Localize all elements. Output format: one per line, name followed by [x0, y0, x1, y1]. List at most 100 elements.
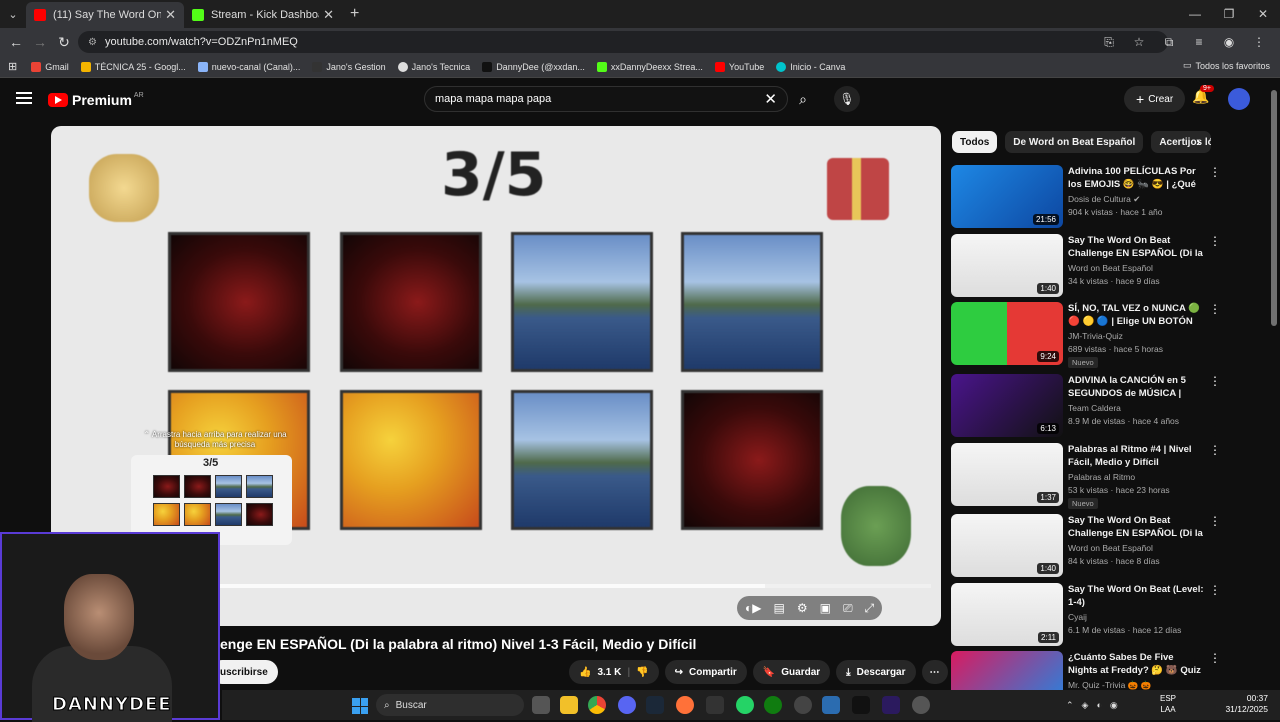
media-player-icon[interactable]	[912, 696, 930, 714]
xbox-icon[interactable]	[764, 696, 782, 714]
apps-icon[interactable]: ⊞	[8, 60, 17, 73]
more-options-icon[interactable]: ⋮	[1209, 302, 1221, 316]
more-options-icon[interactable]: ⋮	[1209, 234, 1221, 248]
bookmark-nuevo-canal[interactable]: nuevo-canal (Canal)...	[197, 61, 300, 72]
bookmark-gmail[interactable]: Gmail	[31, 61, 69, 72]
back-icon[interactable]: ←	[4, 30, 28, 54]
clock[interactable]: 00:37 31/12/2025	[1225, 693, 1268, 715]
firefox-icon[interactable]	[676, 696, 694, 714]
save-button[interactable]: 🔖 Guardar	[752, 660, 831, 684]
more-options-icon[interactable]: ⋮	[1209, 374, 1221, 388]
premiere-icon[interactable]	[882, 696, 900, 714]
recommended-video[interactable]: 1:40 Say The Word On Beat Challenge EN ES…	[951, 514, 1251, 578]
chip-word-on-beat[interactable]: De Word on Beat Español	[1005, 131, 1144, 153]
file-explorer-icon[interactable]	[560, 696, 578, 714]
bookmark-tecnica[interactable]: TÉCNICA 25 - Googl...	[80, 61, 186, 72]
bookmark-canva[interactable]: Inicio - Canva	[776, 61, 845, 72]
more-options-icon[interactable]: ⋮	[1209, 165, 1221, 179]
channel-name[interactable]: Dosis de Cultura ✔	[1068, 194, 1140, 205]
discord-icon[interactable]	[618, 696, 636, 714]
tray-app-icon[interactable]: ◐	[1096, 700, 1101, 710]
extensions-icon[interactable]: ⧉	[1156, 30, 1182, 54]
chevron-right-icon[interactable]: ›	[1196, 133, 1201, 149]
channel-name[interactable]: Word on Beat Español	[1068, 263, 1153, 273]
tab-search-icon[interactable]: ⌄	[0, 0, 26, 28]
capcut-icon[interactable]	[852, 696, 870, 714]
chrome-icon[interactable]	[588, 696, 606, 714]
media-control-icon[interactable]: ≡	[1186, 30, 1212, 54]
miniplayer-icon[interactable]: ▣	[820, 601, 831, 615]
more-options-icon[interactable]: ⋮	[1209, 651, 1221, 665]
subscribe-button[interactable]: uscribirse	[210, 660, 278, 684]
bookmark-tiktok[interactable]: DannyDee (@xxdan...	[482, 61, 585, 72]
more-options-icon[interactable]: ⋮	[1209, 514, 1221, 528]
tray-chevron-icon[interactable]: ⌃	[1066, 700, 1074, 711]
fullscreen-icon[interactable]: ⤢	[865, 601, 875, 616]
bookmark-youtube[interactable]: YouTube	[714, 61, 764, 72]
channel-name[interactable]: Word on Beat Español	[1068, 543, 1153, 553]
minimize-icon[interactable]: —	[1178, 0, 1212, 28]
recommended-video[interactable]: 2:11 Say The Word On Beat (Level: 1-4) Cya…	[951, 583, 1251, 647]
video-thumbnail[interactable]: 1:37	[951, 443, 1063, 506]
video-thumbnail[interactable]: 21:56	[951, 165, 1063, 228]
video-thumbnail[interactable]: 1:40	[951, 234, 1063, 297]
whatsapp-icon[interactable]	[736, 696, 754, 714]
recommended-video[interactable]: 1:37 Palabras al Ritmo #4 | Nivel Fácil, …	[951, 443, 1251, 509]
bookmark-gestion[interactable]: Jano's Gestion	[312, 61, 386, 72]
new-tab-icon[interactable]: +	[350, 5, 359, 23]
task-view-icon[interactable]	[532, 696, 550, 714]
menu-icon[interactable]: ⋮	[1246, 30, 1272, 54]
epic-games-icon[interactable]	[706, 696, 724, 714]
youtube-premium-logo[interactable]: Premium AR	[48, 92, 144, 108]
steam-icon[interactable]	[646, 696, 664, 714]
address-bar[interactable]: ⚙ youtube.com/watch?v=ODZnPn1nMEQ	[78, 31, 1168, 53]
autoplay-toggle-icon[interactable]: ◐▶	[745, 601, 761, 615]
video-thumbnail[interactable]: 2:11	[951, 583, 1063, 646]
bookmark-kick[interactable]: xxDannyDeexx Strea...	[596, 61, 703, 72]
scrollbar[interactable]	[1271, 90, 1277, 326]
language-indicator[interactable]: ESP LAA	[1160, 693, 1176, 715]
recommended-video[interactable]: 6:13 ADIVINA la CANCIÓN en 5 SEGUNDOS de …	[951, 374, 1251, 438]
channel-name[interactable]: Palabras al Ritmo	[1068, 472, 1135, 482]
obs-icon[interactable]	[794, 696, 812, 714]
more-options-icon[interactable]: ⋮	[1209, 583, 1221, 597]
reload-icon[interactable]: ↻	[52, 30, 76, 54]
more-actions-button[interactable]: ⋯	[921, 660, 948, 684]
more-options-icon[interactable]: ⋮	[1209, 443, 1221, 457]
install-app-icon[interactable]: ⎘	[1096, 30, 1122, 54]
bookmark-tecnica2[interactable]: Jano's Tecnica	[397, 61, 470, 72]
tray-app-icon[interactable]: ◈	[1082, 700, 1089, 711]
tray-app-icon[interactable]: ◉	[1110, 700, 1118, 711]
forward-icon[interactable]: →	[28, 30, 52, 54]
download-button[interactable]: ⤓ Descargar	[836, 660, 916, 684]
browser-tab-kick[interactable]: Stream - Kick Dashboard ✕	[184, 2, 342, 28]
profile-icon[interactable]: ◉	[1216, 30, 1242, 54]
close-window-icon[interactable]: ✕	[1246, 0, 1280, 28]
video-thumbnail[interactable]: 9:24	[951, 302, 1063, 365]
account-avatar[interactable]	[1228, 88, 1250, 110]
search-input[interactable]: mapa mapa mapa papa ✕	[424, 86, 788, 112]
channel-name[interactable]: Cyaij	[1068, 612, 1087, 622]
recommended-video[interactable]: 1:40 Say The Word On Beat Challenge EN ES…	[951, 234, 1251, 298]
video-title[interactable]: ¿Cuánto Sabes De Five Nights at Freddy? …	[1068, 651, 1204, 677]
seek-bar[interactable]	[211, 584, 931, 588]
chip-todos[interactable]: Todos	[952, 131, 998, 153]
subtitles-icon[interactable]: ▤	[773, 601, 784, 615]
hamburger-menu-icon[interactable]	[16, 92, 32, 104]
search-icon[interactable]: ⌕	[788, 86, 818, 112]
video-title[interactable]: Say The Word On Beat Challenge EN ESPAÑO…	[1068, 234, 1204, 260]
video-title[interactable]: Palabras al Ritmo #4 | Nivel Fácil, Medi…	[1068, 443, 1204, 469]
bookmark-star-icon[interactable]: ☆	[1126, 30, 1152, 54]
video-title[interactable]: Say The Word On Beat Challenge EN ESPAÑO…	[1068, 514, 1204, 540]
all-bookmarks[interactable]: ▭ Todos los favoritos	[1183, 60, 1270, 71]
microphone-icon[interactable]: 🎙	[834, 86, 860, 112]
close-tab-icon[interactable]: ✕	[165, 7, 176, 23]
channel-name[interactable]: JM-Trivia-Quiz	[1068, 331, 1123, 341]
app-icon[interactable]	[822, 696, 840, 714]
video-title[interactable]: Adivina 100 PELÍCULAS Por los EMOJIS 🤓 🐜…	[1068, 165, 1204, 191]
channel-name[interactable]: Team Caldera	[1068, 403, 1121, 413]
share-button[interactable]: ↪ Compartir	[664, 660, 747, 684]
chip-acertijos[interactable]: Acertijos lóg	[1151, 131, 1212, 153]
clear-search-icon[interactable]: ✕	[764, 90, 777, 108]
windows-start-icon[interactable]	[352, 698, 368, 714]
